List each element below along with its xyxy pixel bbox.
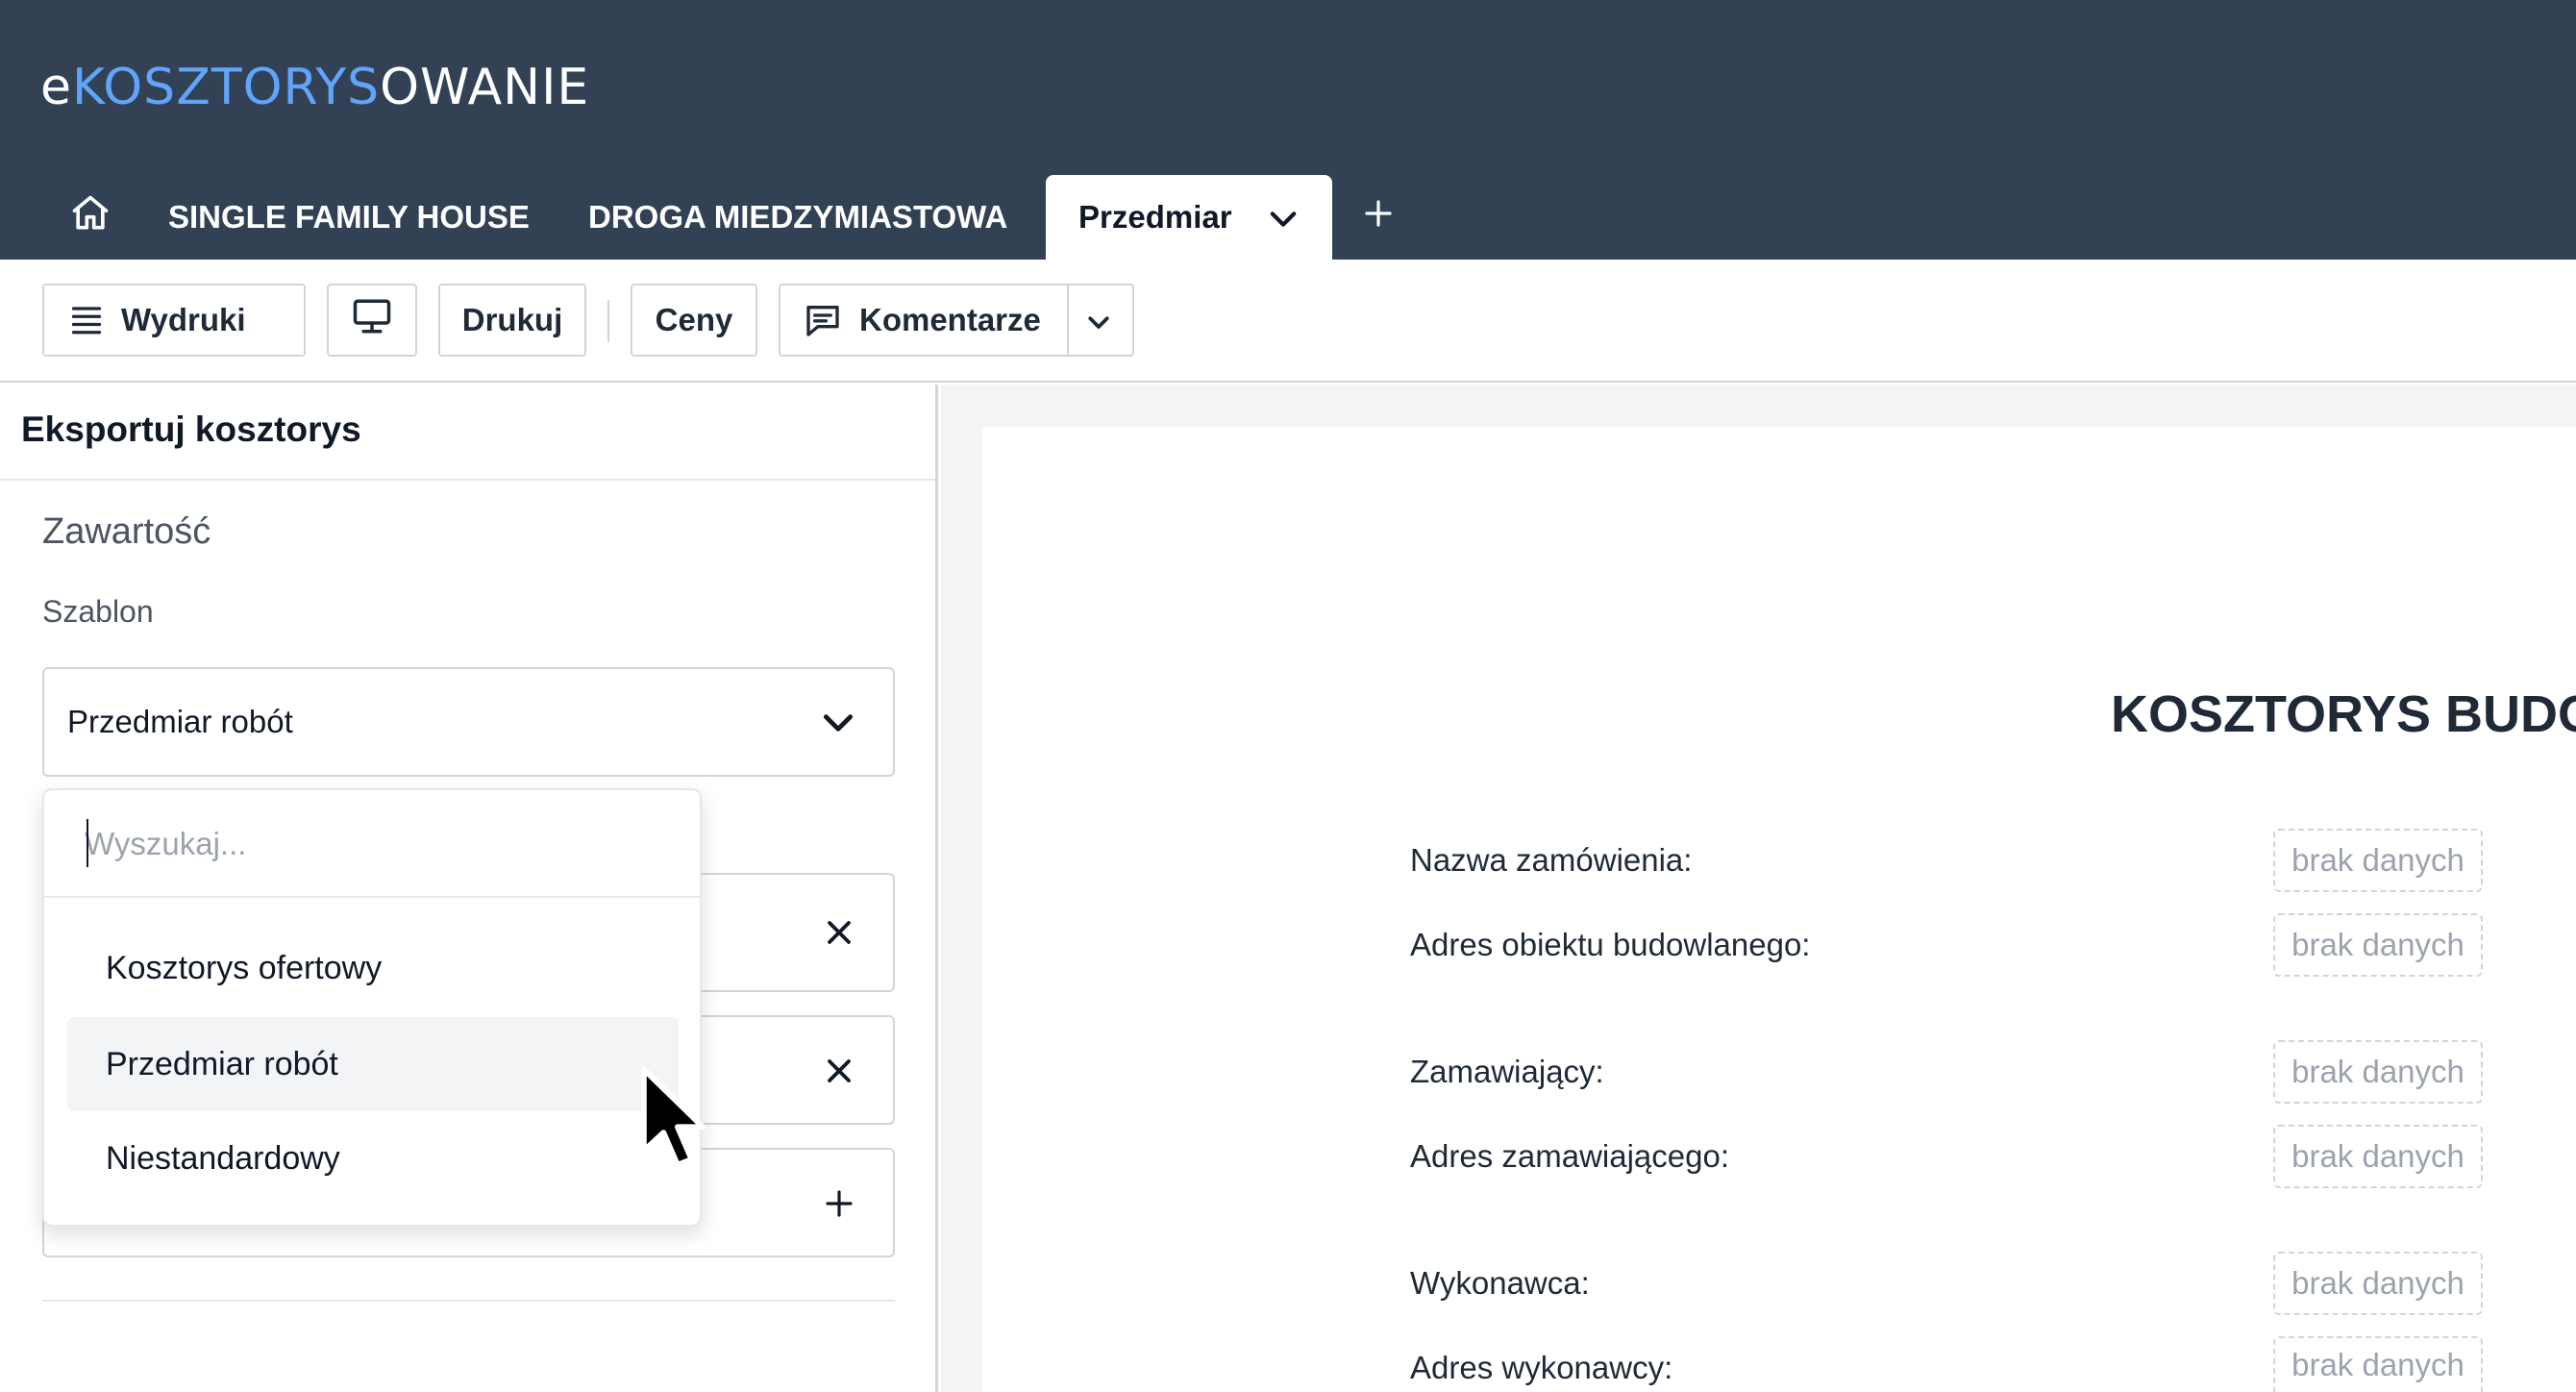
field-value-adres-obiektu[interactable]: brak danych [2273, 913, 2483, 977]
komentarze-label: Komentarze [859, 302, 1041, 337]
close-icon [828, 1059, 851, 1082]
option-label: Kosztorys ofertowy [106, 949, 383, 986]
tab-droga-miedzymiastowa[interactable]: DROGA MIEDZYMIASTOWA [588, 175, 1007, 260]
remove-button[interactable] [820, 1052, 858, 1090]
tab-przedmiar[interactable]: Przedmiar [1046, 175, 1332, 260]
tab-label: DROGA MIEDZYMIASTOWA [588, 199, 1008, 235]
project-tabs: SINGLE FAMILY HOUSE DROGA MIEDZYMIASTOWA… [0, 175, 2576, 260]
comment-icon [804, 302, 842, 338]
split-divider [1067, 284, 1069, 357]
field-label-nazwa-zamowienia: Nazwa zamówienia: [1410, 842, 1693, 878]
plus-icon [1363, 198, 1394, 236]
template-select-value: Przedmiar robót [67, 704, 293, 739]
field-label-wykonawca: Wykonawca: [1410, 1265, 1590, 1301]
option-label: Niestandardowy [106, 1139, 340, 1177]
komentarze-button[interactable]: Komentarze [779, 284, 1134, 357]
mouse-cursor-icon [638, 1063, 711, 1181]
ceny-button[interactable]: Ceny [631, 284, 757, 357]
field-value-adres-zamawiajacego[interactable]: brak danych [2273, 1125, 2483, 1188]
tab-label: Przedmiar [1078, 199, 1232, 235]
option-kosztorys-ofertowy[interactable]: Kosztorys ofertowy [67, 921, 679, 1015]
divider [42, 1300, 895, 1302]
field-label-adres-wykonawcy: Adres wykonawcy: [1410, 1350, 1673, 1385]
add-tab-button[interactable] [1353, 175, 1403, 260]
drukuj-button[interactable]: Drukuj [438, 284, 586, 357]
field-value-nazwa-zamowienia[interactable]: brak danych [2273, 829, 2483, 892]
template-label: Szablon [42, 594, 154, 629]
field-value-adres-wykonawcy[interactable]: brak danych [2273, 1336, 2483, 1392]
close-icon [828, 921, 851, 944]
template-select[interactable]: Przedmiar robót [42, 667, 895, 777]
divider [0, 479, 935, 481]
document-title: KOSZTORYS BUDO [2111, 685, 2576, 743]
tab-home[interactable] [56, 175, 125, 260]
chevron-down-icon[interactable] [1267, 204, 1300, 240]
monitor-icon [352, 297, 392, 343]
tab-single-family-house[interactable]: SINGLE FAMILY HOUSE [168, 175, 530, 260]
field-value-zamawiajacy[interactable]: brak danych [2273, 1040, 2483, 1104]
text-caret [87, 819, 88, 867]
drukuj-label: Drukuj [461, 302, 563, 337]
remove-button[interactable] [820, 913, 858, 952]
field-label-adres-obiektu: Adres obiektu budowlanego: [1410, 927, 1811, 962]
menu-icon [69, 304, 104, 336]
option-przedmiar-robot[interactable]: Przedmiar robót [67, 1017, 679, 1111]
add-button[interactable] [820, 1184, 858, 1223]
wydruki-label: Wydruki [121, 302, 246, 337]
toolbar-divider [607, 300, 609, 342]
app-header: eKOSZTORYSOWANIE SINGLE FAMILY HOUSE DRO… [0, 0, 2576, 260]
field-value-wykonawca[interactable]: brak danych [2273, 1252, 2483, 1315]
chevron-down-icon[interactable] [1084, 307, 1113, 343]
home-icon [69, 192, 111, 242]
preview-page [982, 427, 2576, 1392]
ceny-label: Ceny [655, 302, 733, 337]
template-dropdown: Kosztorys ofertowy Przedmiar robót Niest… [42, 788, 702, 1227]
logo-middle: KOSZTORYS [72, 59, 381, 116]
wydruki-button[interactable]: Wydruki [42, 284, 306, 357]
toolbar: Wydruki Drukuj Ceny Komentarze [0, 260, 2576, 383]
logo-suffix: OWANIE [380, 59, 590, 116]
section-title: Zawartość [42, 511, 211, 552]
plus-icon [826, 1190, 853, 1217]
option-label: Przedmiar robót [106, 1045, 338, 1082]
app-logo[interactable]: eKOSZTORYSOWANIE [40, 56, 589, 119]
option-niestandardowy[interactable]: Niestandardowy [67, 1111, 679, 1206]
tab-label: SINGLE FAMILY HOUSE [168, 199, 530, 235]
chevron-down-icon [820, 708, 856, 746]
search-input[interactable] [85, 819, 661, 869]
screen-preview-button[interactable] [327, 284, 417, 357]
field-label-adres-zamawiajacego: Adres zamawiającego: [1410, 1138, 1729, 1174]
field-label-zamawiajacy: Zamawiający: [1410, 1054, 1604, 1089]
logo-prefix: e [40, 59, 72, 116]
dropdown-search [44, 790, 700, 898]
panel-title: Eksportuj kosztorys [21, 410, 361, 449]
